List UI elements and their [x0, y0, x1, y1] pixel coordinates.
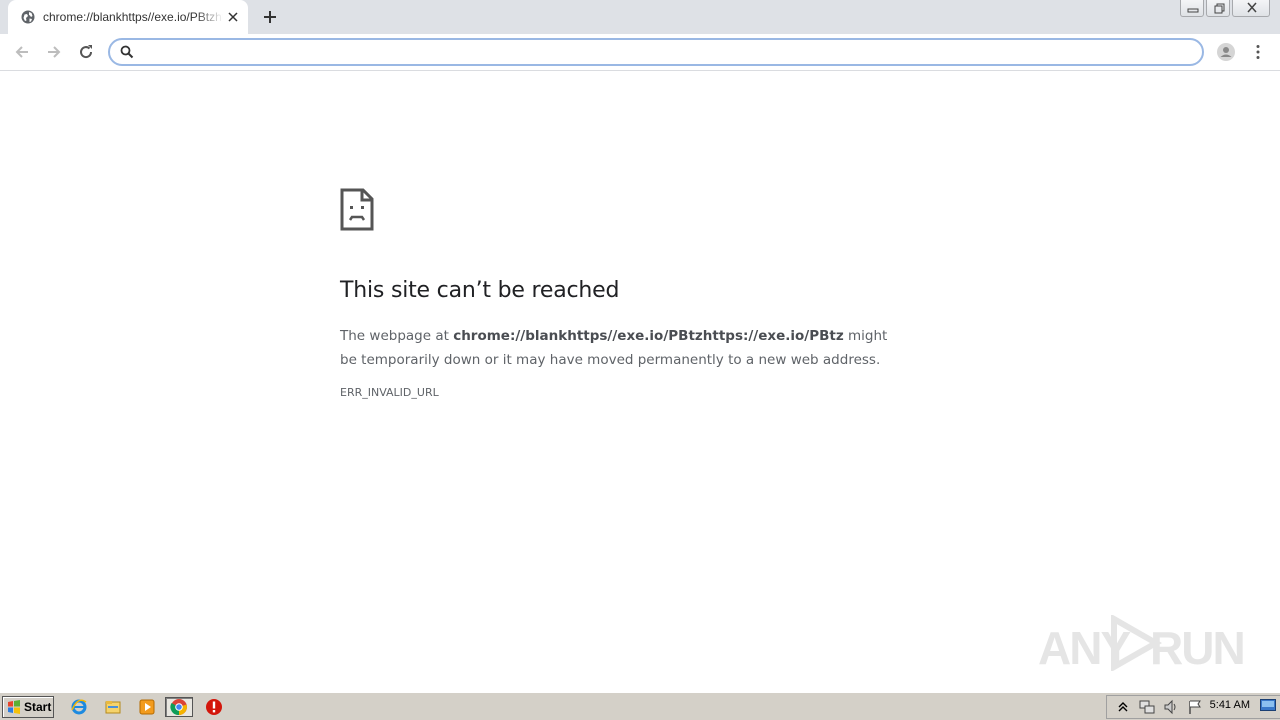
kebab-menu-icon[interactable]: [1248, 42, 1268, 62]
reload-button[interactable]: [76, 42, 96, 62]
page-content: This site can’t be reached The webpage a…: [0, 72, 1280, 692]
show-desktop-icon[interactable]: [1260, 699, 1276, 713]
error-title: This site can’t be reached: [340, 278, 620, 303]
address-input[interactable]: [142, 43, 1182, 61]
error-body-prefix: The webpage at: [340, 328, 454, 344]
tab-strip: chrome://blankhttps//exe.io/PBtzhttps://…: [0, 0, 1280, 34]
taskbar-stop-app[interactable]: [203, 697, 225, 717]
close-window-button[interactable]: [1232, 0, 1270, 17]
minimize-button[interactable]: [1180, 0, 1204, 17]
volume-tray[interactable]: [1163, 699, 1179, 715]
show-hidden-icon: [1118, 702, 1128, 712]
flag-icon: [1189, 700, 1201, 714]
action-center-tray[interactable]: [1187, 699, 1203, 715]
taskbar-clock[interactable]: 5:41 AM: [1210, 699, 1250, 711]
network-icon: [1139, 700, 1155, 714]
browser-toolbar: [0, 34, 1280, 71]
restore-icon: [1214, 3, 1225, 14]
globe-icon: [21, 10, 35, 24]
explorer-icon: [105, 701, 121, 714]
chrome-icon: [170, 699, 187, 716]
watermark-text-right: RUN: [1150, 622, 1246, 674]
forward-button[interactable]: [44, 42, 64, 62]
new-tab-button[interactable]: [260, 7, 280, 27]
taskbar-media-player[interactable]: [136, 697, 158, 717]
network-tray[interactable]: [1139, 699, 1155, 715]
browser-window: chrome://blankhttps//exe.io/PBtzhttps://…: [0, 0, 1280, 692]
back-button[interactable]: [12, 42, 32, 62]
media-player-icon: [139, 699, 155, 715]
address-bar[interactable]: [108, 38, 1204, 66]
search-icon: [120, 45, 134, 59]
sad-page-icon: [340, 188, 374, 231]
restore-button[interactable]: [1206, 0, 1230, 17]
anyrun-watermark: ANY RUN: [1038, 609, 1246, 674]
volume-icon: [1164, 699, 1176, 715]
error-code: ERR_INVALID_URL: [340, 386, 439, 399]
taskbar-chrome[interactable]: [165, 697, 193, 717]
avatar-icon[interactable]: [1216, 42, 1236, 62]
start-label: Start: [24, 700, 52, 714]
close-icon: [1247, 2, 1257, 13]
taskbar-ie[interactable]: [68, 697, 90, 717]
windows-logo-icon: [8, 700, 20, 714]
taskbar: Start 5:41 AM: [0, 692, 1280, 720]
browser-tab[interactable]: chrome://blankhttps//exe.io/PBtzhttps://…: [8, 0, 248, 34]
minimize-icon: [1187, 8, 1199, 13]
taskbar-explorer[interactable]: [102, 697, 124, 717]
close-icon[interactable]: [225, 9, 241, 25]
stop-icon: [206, 699, 222, 715]
error-url: chrome://blankhttps//exe.io/PBtzhttps://…: [453, 328, 844, 344]
error-description: The webpage at chrome://blankhttps//exe.…: [340, 324, 900, 372]
show-hidden-icons-button[interactable]: [1115, 699, 1131, 715]
ie-icon: [71, 699, 87, 715]
start-button[interactable]: Start: [2, 696, 54, 718]
window-controls: [1178, 0, 1270, 18]
tab-title: chrome://blankhttps//exe.io/PBtzhttps://…: [43, 10, 223, 24]
system-tray: [1106, 695, 1280, 719]
